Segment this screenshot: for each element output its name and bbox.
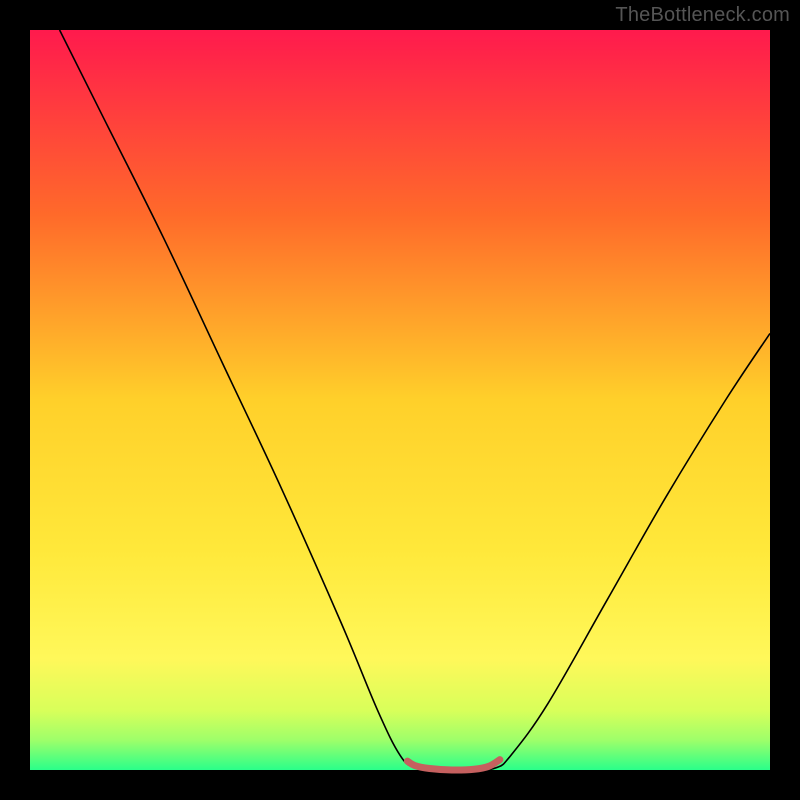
plot-background [30,30,770,770]
watermark-text: TheBottleneck.com [615,4,790,27]
chart-frame: TheBottleneck.com [0,0,800,800]
bottleneck-chart [0,0,800,800]
